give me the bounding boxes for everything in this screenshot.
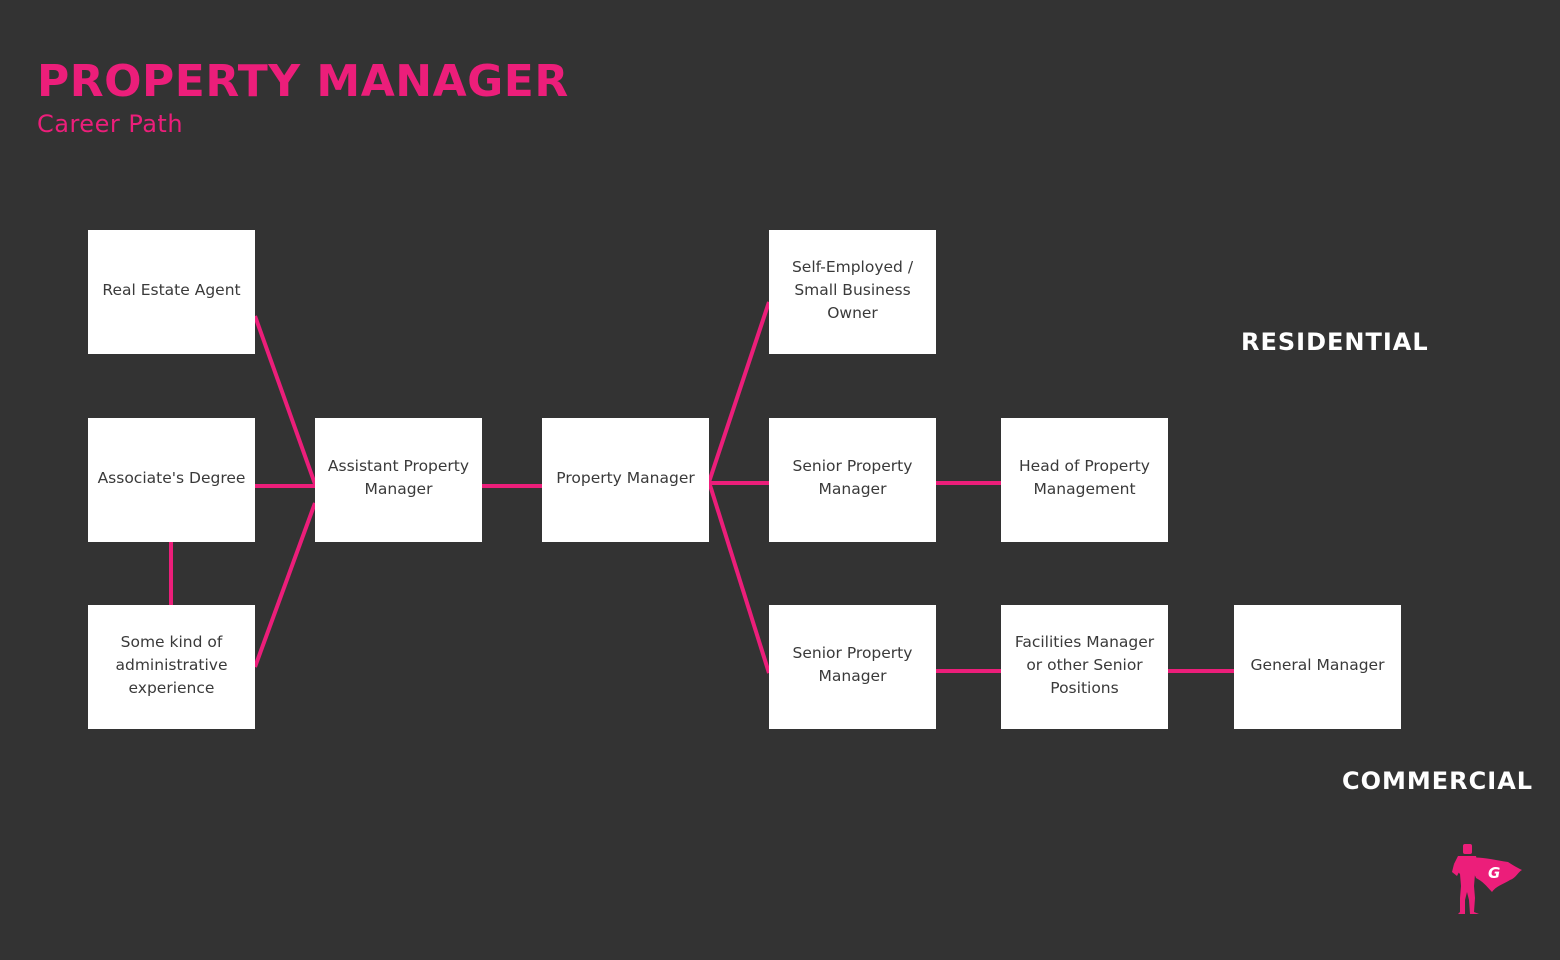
node-associates-degree: Associate's Degree — [88, 418, 255, 542]
node-property-manager: Property Manager — [542, 418, 709, 542]
node-self-employed: Self-Employed / Small Business Owner — [769, 230, 936, 354]
node-general-manager: General Manager — [1234, 605, 1401, 729]
node-admin-experience: Some kind of administrative experience — [88, 605, 255, 729]
section-label-commercial: COMMERCIAL — [1342, 767, 1534, 795]
node-label: Some kind of administrative experience — [115, 632, 228, 697]
node-label: General Manager — [1250, 655, 1385, 674]
node-label: Head of Property Management — [1019, 457, 1150, 498]
node-facilities-manager: Facilities Manager or other Senior Posit… — [1001, 605, 1168, 729]
node-senior-pm-commercial: Senior Property Manager — [769, 605, 936, 729]
edge-pm-to-senior-commercial — [707, 481, 771, 674]
logo-letter: G — [1488, 864, 1500, 882]
node-real-estate-agent: Real Estate Agent — [88, 230, 255, 354]
node-label: Real Estate Agent — [102, 280, 241, 299]
node-label: Assistant Property Manager — [327, 457, 470, 498]
section-label-residential: RESIDENTIAL — [1241, 328, 1429, 356]
node-label: Associate's Degree — [97, 468, 246, 487]
node-senior-pm-residential: Senior Property Manager — [769, 418, 936, 542]
node-label: Self-Employed / Small Business Owner — [791, 257, 914, 322]
edge-real-estate-to-assistant — [253, 315, 317, 485]
node-label: Senior Property Manager — [792, 457, 913, 498]
superhero-logo-icon: G — [1452, 844, 1522, 914]
edge-pm-to-self-employed — [707, 301, 771, 483]
node-assistant-property-manager: Assistant Property Manager — [315, 418, 482, 542]
node-label: Property Manager — [556, 468, 695, 487]
node-head-of-property-management: Head of Property Management — [1001, 418, 1168, 542]
edge-admin-to-assistant — [253, 502, 317, 668]
node-label: Facilities Manager or other Senior Posit… — [1014, 632, 1155, 697]
node-label: Senior Property Manager — [792, 644, 913, 685]
